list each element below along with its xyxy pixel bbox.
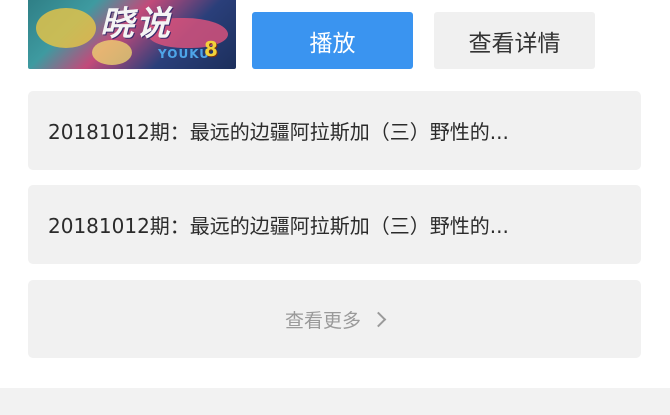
chevron-right-icon bbox=[370, 311, 387, 327]
episode-title: 20181012期：最远的边疆阿拉斯加（三）野性的... bbox=[48, 214, 509, 238]
view-more-button[interactable]: 查看更多 bbox=[28, 280, 641, 358]
play-button[interactable]: 播放 bbox=[252, 12, 413, 69]
thumbnail-show-title: 晓说 bbox=[100, 4, 172, 44]
view-details-button[interactable]: 查看详情 bbox=[434, 12, 595, 69]
thumbnail-episode-badge: 8 bbox=[204, 37, 218, 61]
thumbnail-brand-logo: YOUKU bbox=[158, 47, 211, 61]
video-detail-page: 晓说 YOUKU 8 播放 查看详情 20181012期：最远的边疆阿拉斯加（三… bbox=[0, 0, 670, 415]
episode-item[interactable]: 20181012期：最远的边疆阿拉斯加（三）野性的... bbox=[28, 185, 641, 264]
section-divider bbox=[0, 388, 670, 415]
episode-title: 20181012期：最远的边疆阿拉斯加（三）野性的... bbox=[48, 120, 509, 144]
view-more-label: 查看更多 bbox=[284, 309, 361, 332]
video-thumbnail[interactable]: 晓说 YOUKU 8 bbox=[28, 0, 236, 69]
thumbnail-decor bbox=[36, 8, 96, 48]
episode-item[interactable]: 20181012期：最远的边疆阿拉斯加（三）野性的... bbox=[28, 91, 641, 170]
